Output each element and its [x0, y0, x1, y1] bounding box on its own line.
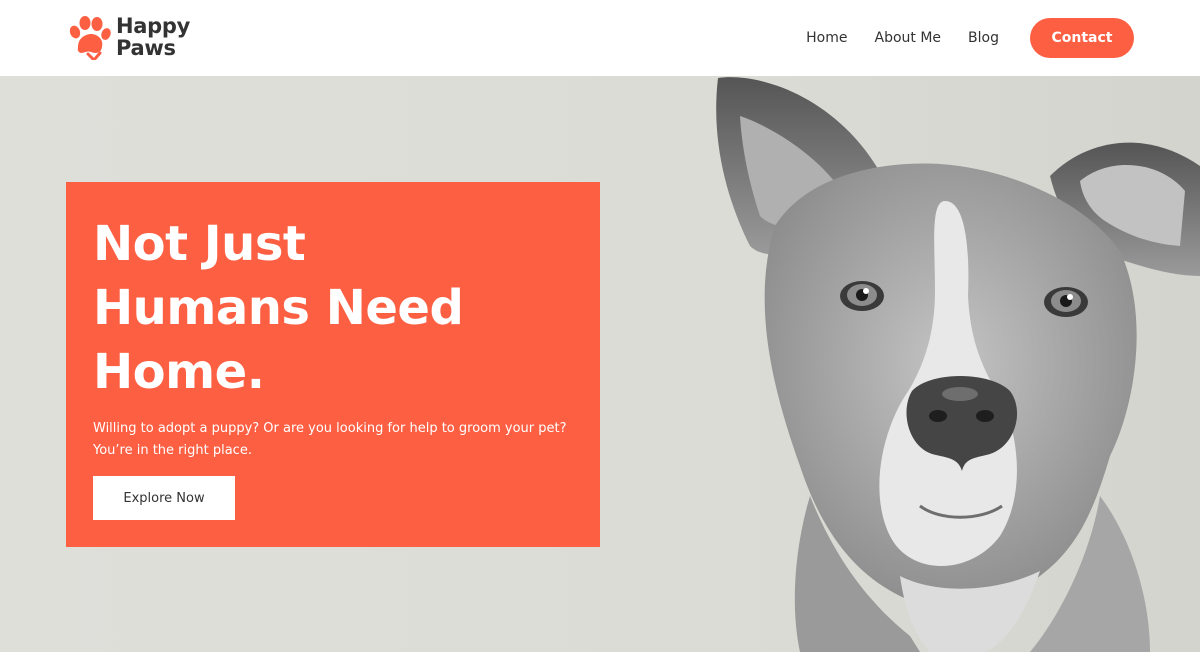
- site-header: Happy Paws Home About Me Blog Contact: [0, 0, 1200, 76]
- hero-promo-card: Not Just Humans Need Home. Willing to ad…: [66, 182, 600, 547]
- nav-link-about-me[interactable]: About Me: [875, 30, 942, 46]
- main-nav: Home About Me Blog Contact: [806, 0, 1134, 76]
- contact-button[interactable]: Contact: [1030, 18, 1134, 58]
- hero-headline-line3: Home.: [93, 344, 265, 400]
- brand-name-line1: Happy: [116, 14, 190, 38]
- brand-name: Happy Paws: [116, 15, 190, 59]
- paw-print-icon: [69, 16, 111, 60]
- brand-logo[interactable]: Happy Paws: [66, 14, 190, 60]
- hero-subtext: Willing to adopt a puppy? Or are you loo…: [93, 418, 583, 462]
- hero-subtext-line2: You’re in the right place.: [93, 443, 252, 458]
- explore-now-button[interactable]: Explore Now: [93, 476, 235, 520]
- nav-link-blog[interactable]: Blog: [968, 30, 999, 46]
- brand-name-line2: Paws: [116, 36, 176, 60]
- hero-headline-line2: Humans Need: [93, 280, 464, 336]
- hero-headline: Not Just Humans Need Home.: [93, 212, 563, 404]
- nav-link-home[interactable]: Home: [806, 30, 847, 46]
- hero-subtext-line1: Willing to adopt a puppy? Or are you loo…: [93, 421, 567, 436]
- dog-photo: [716, 77, 1200, 652]
- hero-headline-line1: Not Just: [93, 216, 306, 272]
